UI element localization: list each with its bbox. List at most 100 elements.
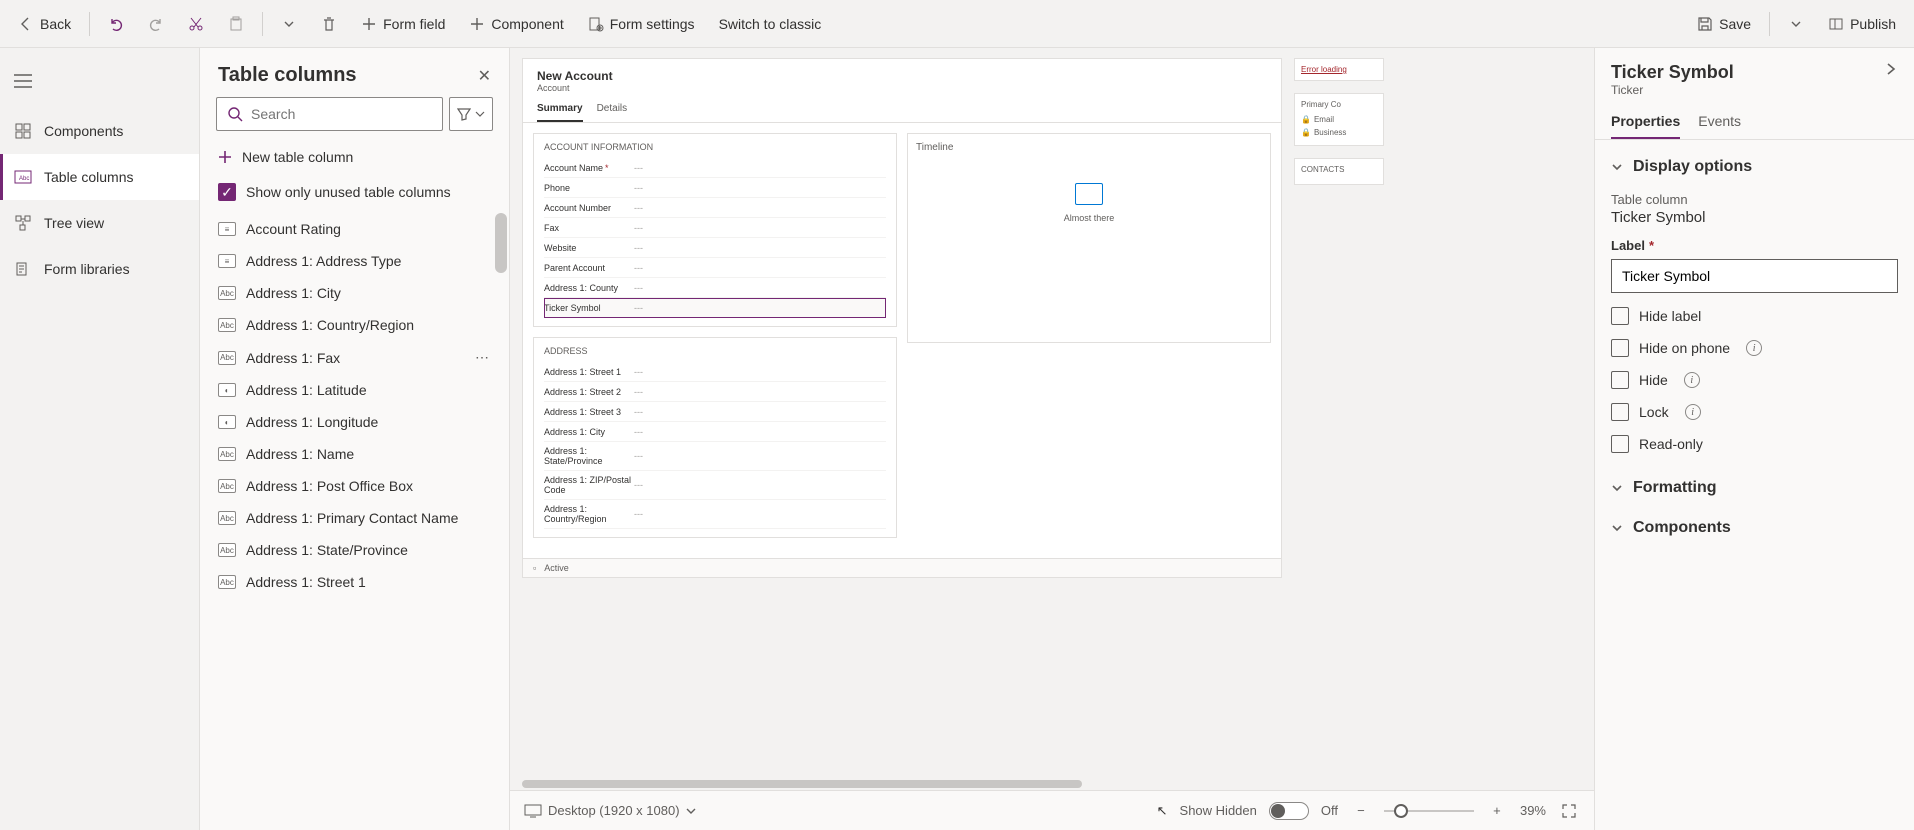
form-field[interactable]: Address 1: State/Province--- bbox=[544, 442, 886, 471]
form-field[interactable]: Address 1: County--- bbox=[544, 278, 886, 298]
check-label: Read-only bbox=[1639, 436, 1703, 452]
form-field[interactable]: Ticker Symbol--- bbox=[544, 298, 886, 318]
column-item[interactable]: Abc Address 1: Primary Contact Name ⋯ bbox=[200, 502, 509, 534]
form-field[interactable]: Fax--- bbox=[544, 218, 886, 238]
form-field[interactable]: Website--- bbox=[544, 238, 886, 258]
column-item[interactable]: Abc Address 1: Country/Region ⋯ bbox=[200, 309, 509, 341]
form-field[interactable]: Account Number--- bbox=[544, 198, 886, 218]
search-input[interactable] bbox=[251, 106, 432, 122]
zoom-in-button[interactable]: + bbox=[1486, 800, 1508, 822]
info-icon[interactable]: i bbox=[1685, 404, 1701, 420]
column-item[interactable]: Abc Address 1: City ⋯ bbox=[200, 277, 509, 309]
form-field[interactable]: Parent Account--- bbox=[544, 258, 886, 278]
column-item[interactable]: ◐ Address 1: Latitude ⋯ bbox=[200, 374, 509, 406]
undo-button[interactable] bbox=[98, 6, 134, 42]
publish-button[interactable]: Publish bbox=[1818, 6, 1906, 42]
hamburger-button[interactable] bbox=[0, 64, 199, 98]
section-display-options[interactable]: Display options bbox=[1611, 152, 1898, 182]
form-field[interactable]: Account Name*--- bbox=[544, 158, 886, 178]
column-item[interactable]: Abc Address 1: Street 1 ⋯ bbox=[200, 566, 509, 598]
save-button[interactable]: Save bbox=[1687, 6, 1761, 42]
chevron-down-icon bbox=[475, 109, 485, 119]
label-input[interactable] bbox=[1611, 259, 1898, 293]
zoom-out-button[interactable]: − bbox=[1350, 800, 1372, 822]
hide-checkbox[interactable]: Hide i bbox=[1611, 371, 1898, 389]
props-tab-events[interactable]: Events bbox=[1698, 103, 1741, 139]
column-item-label: Address 1: Fax bbox=[246, 350, 340, 366]
form-field[interactable]: Address 1: Street 1--- bbox=[544, 362, 886, 382]
new-column-button[interactable]: New table column bbox=[200, 141, 509, 173]
more-button[interactable]: ⋯ bbox=[475, 349, 491, 366]
section-account-info[interactable]: ACCOUNT INFORMATION Account Name*---Phon… bbox=[533, 133, 897, 327]
section-address[interactable]: ADDRESS Address 1: Street 1---Address 1:… bbox=[533, 337, 897, 538]
props-tab-properties[interactable]: Properties bbox=[1611, 103, 1680, 139]
form-field[interactable]: Address 1: Street 2--- bbox=[544, 382, 886, 402]
field-value: --- bbox=[634, 367, 643, 377]
form-tab-summary[interactable]: Summary bbox=[537, 103, 583, 122]
side-card-primary-contact[interactable]: Primary Co 🔒Email 🔒Business bbox=[1294, 93, 1384, 146]
zoom-percent: 39% bbox=[1520, 803, 1546, 818]
zoom-slider[interactable] bbox=[1384, 810, 1474, 812]
nav-label: Tree view bbox=[44, 215, 104, 231]
column-item[interactable]: Abc Address 1: Name ⋯ bbox=[200, 438, 509, 470]
info-icon[interactable]: i bbox=[1746, 340, 1762, 356]
column-item[interactable]: ≡ Account Rating ⋯ bbox=[200, 213, 509, 245]
close-panel-button[interactable]: ✕ bbox=[478, 66, 491, 86]
lock-checkbox[interactable]: Lock i bbox=[1611, 403, 1898, 421]
form-field[interactable]: Address 1: Country/Region--- bbox=[544, 500, 886, 529]
paste-dropdown[interactable] bbox=[271, 6, 307, 42]
column-item[interactable]: ◐ Address 1: Longitude ⋯ bbox=[200, 406, 509, 438]
form-field[interactable]: Address 1: City--- bbox=[544, 422, 886, 442]
column-item[interactable]: Abc Address 1: State/Province ⋯ bbox=[200, 534, 509, 566]
field-value: --- bbox=[634, 163, 643, 173]
form-field[interactable]: Phone--- bbox=[544, 178, 886, 198]
fit-to-screen-button[interactable] bbox=[1558, 800, 1580, 822]
error-loading-link[interactable]: Error loading bbox=[1301, 65, 1347, 74]
timeline-component[interactable]: Timeline Almost there bbox=[907, 133, 1271, 343]
back-button[interactable]: Back bbox=[8, 6, 81, 42]
collapse-panel-button[interactable] bbox=[1884, 62, 1898, 76]
column-item-label: Address 1: Street 1 bbox=[246, 574, 366, 590]
form-settings-button[interactable]: Form settings bbox=[578, 6, 705, 42]
delete-button[interactable] bbox=[311, 6, 347, 42]
canvas-horizontal-scrollbar[interactable] bbox=[522, 776, 1582, 790]
hide-on-phone-checkbox[interactable]: Hide on phone i bbox=[1611, 339, 1898, 357]
paste-button[interactable] bbox=[218, 6, 254, 42]
paste-icon bbox=[228, 16, 244, 32]
nav-components[interactable]: Components bbox=[0, 108, 199, 154]
section-components[interactable]: Components bbox=[1611, 513, 1898, 543]
nav-table-columns[interactable]: Abc Table columns bbox=[0, 154, 199, 200]
column-item[interactable]: Abc Address 1: Fax ⋯ bbox=[200, 341, 509, 374]
cut-button[interactable] bbox=[178, 6, 214, 42]
nav-tree-view[interactable]: Tree view bbox=[0, 200, 199, 246]
form-field[interactable]: Address 1: ZIP/Postal Code--- bbox=[544, 471, 886, 500]
column-item[interactable]: ≡ Address 1: Address Type ⋯ bbox=[200, 245, 509, 277]
info-icon[interactable]: i bbox=[1684, 372, 1700, 388]
add-component-button[interactable]: Component bbox=[459, 6, 573, 42]
redo-button[interactable] bbox=[138, 6, 174, 42]
readonly-checkbox[interactable]: Read-only bbox=[1611, 435, 1898, 453]
hide-label-checkbox[interactable]: Hide label bbox=[1611, 307, 1898, 325]
save-dropdown-button[interactable] bbox=[1778, 6, 1814, 42]
filter-button[interactable] bbox=[449, 97, 493, 131]
scrollbar-thumb[interactable] bbox=[495, 213, 507, 273]
show-hidden-toggle[interactable] bbox=[1269, 802, 1309, 820]
field-value: --- bbox=[634, 203, 643, 213]
delete-icon bbox=[321, 16, 337, 32]
section-formatting[interactable]: Formatting bbox=[1611, 473, 1898, 503]
switch-classic-button[interactable]: Switch to classic bbox=[709, 6, 832, 42]
column-type-icon: Abc bbox=[218, 575, 236, 589]
form-field[interactable]: Address 1: Street 3--- bbox=[544, 402, 886, 422]
side-card-error[interactable]: Error loading bbox=[1294, 58, 1384, 81]
field-label: Address 1: Street 1 bbox=[544, 367, 634, 377]
show-unused-checkbox[interactable]: ✓ Show only unused table columns bbox=[200, 173, 509, 213]
search-input-wrapper[interactable] bbox=[216, 97, 443, 131]
side-card-contacts[interactable]: CONTACTS bbox=[1294, 158, 1384, 185]
column-item[interactable]: Abc Address 1: Post Office Box ⋯ bbox=[200, 470, 509, 502]
form-preview[interactable]: New Account Account Summary Details ACCO… bbox=[522, 58, 1282, 578]
form-tab-details[interactable]: Details bbox=[597, 103, 628, 122]
add-form-field-button[interactable]: Form field bbox=[351, 6, 455, 42]
device-picker[interactable]: Desktop (1920 x 1080) bbox=[524, 803, 696, 818]
nav-form-libraries[interactable]: Form libraries bbox=[0, 246, 199, 292]
plus-icon bbox=[361, 16, 377, 32]
